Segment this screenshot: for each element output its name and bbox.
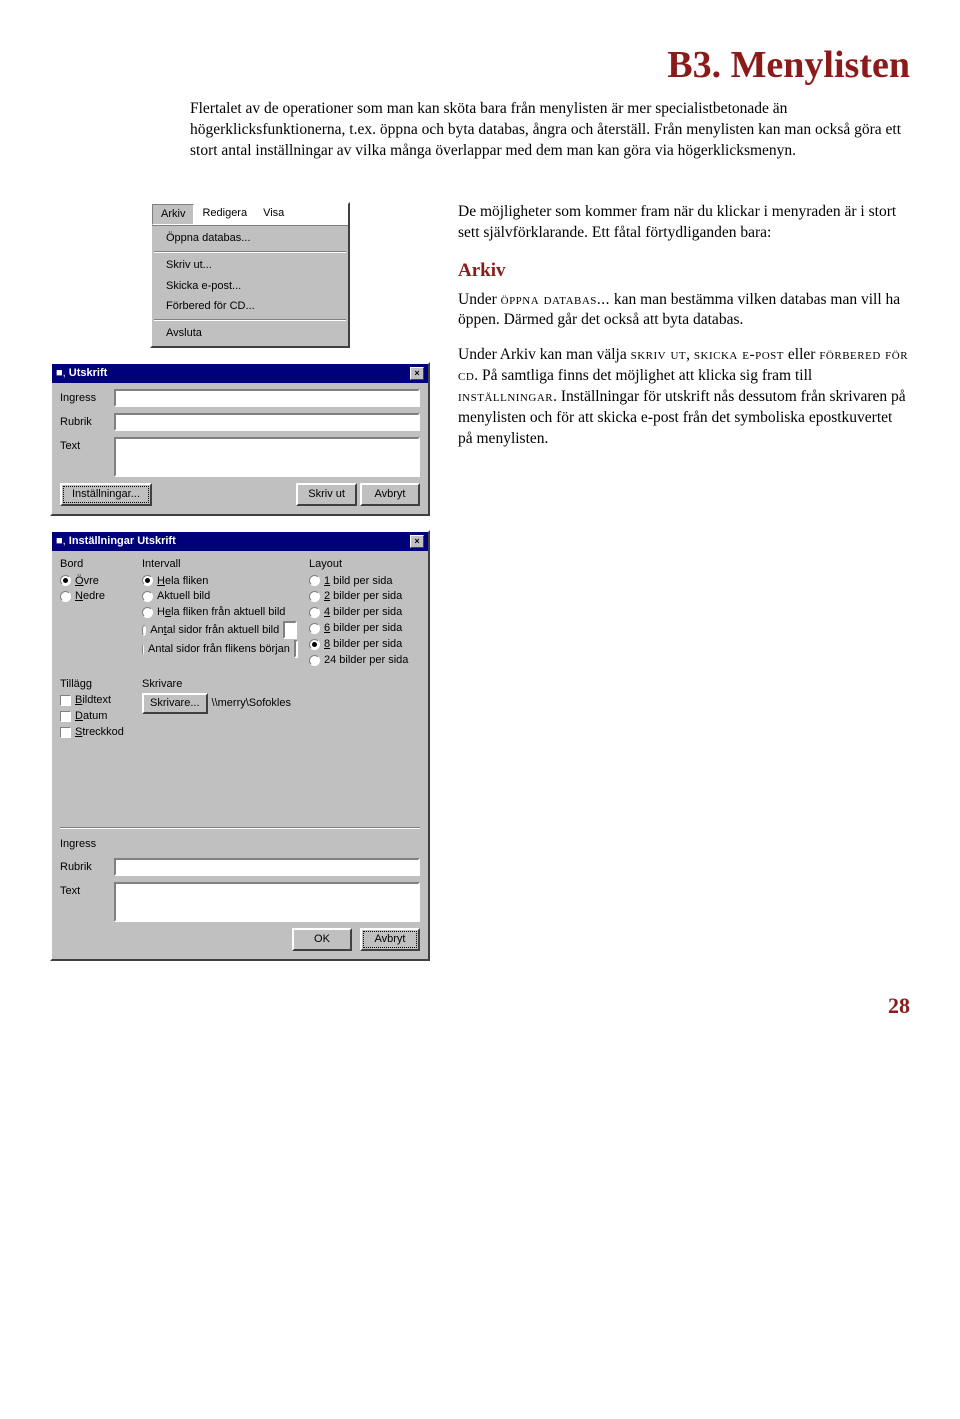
layout-24-radio[interactable] (309, 655, 320, 666)
menu-open-database[interactable]: Öppna databas... (152, 228, 348, 249)
print-settings-dialog: ■, Inställningar Utskrift × Bord Övre Ne… (50, 530, 430, 961)
layout-group-title: Layout (309, 557, 408, 572)
layout-8-radio[interactable] (309, 639, 320, 650)
bord-group-title: Bord (60, 557, 130, 572)
layout-2-label: 2 bilder per sida (324, 589, 402, 604)
arkiv-menu: Arkiv Redigera Visa Öppna databas... Skr… (150, 202, 350, 348)
layout-4-label: 4 bilder per sida (324, 605, 402, 620)
layout-1-radio[interactable] (309, 575, 320, 586)
tillagg-bildtext-check[interactable] (60, 695, 71, 706)
body-paragraph-2: Under öppna databas... kan man bestämma … (458, 290, 910, 332)
intervall-o5-input[interactable] (294, 640, 298, 658)
skrivare-path: \\merry\Sofokles (212, 696, 291, 711)
skrivare-button[interactable]: Skrivare... (142, 693, 208, 714)
tillagg-streckkod-check[interactable] (60, 727, 71, 738)
tillagg-bildtext-label: Bildtext (75, 693, 111, 708)
tillagg-streckkod-label: Streckkod (75, 725, 124, 740)
intervall-o4-input[interactable] (283, 621, 297, 639)
menu-separator (154, 319, 346, 321)
layout-8-label: 8 bilder per sida (324, 637, 402, 652)
menu-exit[interactable]: Avsluta (152, 323, 348, 344)
print-dialog: ■, Utskrift × Ingress Rubrik Text Instäl… (50, 362, 430, 516)
print-button[interactable]: Skriv ut (296, 483, 357, 506)
cancel-button[interactable]: Avbryt (360, 928, 420, 951)
intervall-o5-label: Antal sidor från flikens början (148, 642, 290, 657)
menu-prepare-cd[interactable]: Förbered för CD... (152, 296, 348, 317)
menubar-arkiv[interactable]: Arkiv (152, 204, 194, 225)
body-paragraph-1: De möjligheter som kommer fram när du kl… (458, 202, 910, 244)
close-icon[interactable]: × (410, 535, 424, 548)
intervall-o5-radio[interactable] (142, 644, 144, 655)
ingress-input[interactable] (114, 389, 420, 407)
intervall-o1-label: Hela fliken (157, 574, 208, 589)
layout-6-radio[interactable] (309, 623, 320, 634)
tillagg-datum-label: Datum (75, 709, 107, 724)
layout-4-radio[interactable] (309, 607, 320, 618)
cancel-button[interactable]: Avbryt (360, 483, 420, 506)
settings-dialog-title: ■, Inställningar Utskrift (56, 534, 176, 549)
settings-rubrik-input[interactable] (114, 858, 420, 876)
menu-print[interactable]: Skriv ut... (152, 255, 348, 276)
intervall-o3-radio[interactable] (142, 607, 153, 618)
menu-separator (154, 251, 346, 253)
arkiv-heading: Arkiv (458, 258, 910, 284)
intervall-o2-label: Aktuell bild (157, 589, 210, 604)
text-label: Text (60, 437, 108, 454)
menubar-redigera[interactable]: Redigera (194, 204, 255, 225)
settings-ingress-label: Ingress (60, 835, 108, 852)
bord-ovre-radio[interactable] (60, 575, 71, 586)
bord-nedre-label: Nedre (75, 589, 105, 604)
settings-text-input[interactable] (114, 882, 420, 922)
rubrik-label: Rubrik (60, 413, 108, 430)
rubrik-input[interactable] (114, 413, 420, 431)
intervall-o4-radio[interactable] (142, 625, 146, 636)
ok-button[interactable]: OK (292, 928, 352, 951)
bord-nedre-radio[interactable] (60, 591, 71, 602)
text-input[interactable] (114, 437, 420, 477)
page-number: 28 (50, 991, 910, 1021)
intervall-o2-radio[interactable] (142, 591, 153, 602)
intervall-o1-radio[interactable] (142, 575, 153, 586)
close-icon[interactable]: × (410, 367, 424, 380)
settings-text-label: Text (60, 882, 108, 899)
settings-rubrik-label: Rubrik (60, 858, 108, 875)
intervall-o3-label: Hela fliken från aktuell bild (157, 605, 285, 620)
ingress-label: Ingress (60, 389, 108, 406)
intro-paragraph: Flertalet av de operationer som man kan … (190, 99, 910, 162)
intervall-o4-label: Antal sidor från aktuell bild (150, 623, 279, 638)
skrivare-group-title: Skrivare (142, 677, 291, 692)
tillagg-group-title: Tillägg (60, 677, 130, 692)
layout-1-label: 1 bild per sida (324, 574, 393, 589)
intervall-group-title: Intervall (142, 557, 297, 572)
menubar: Arkiv Redigera Visa (152, 204, 348, 226)
separator (60, 827, 420, 829)
layout-6-label: 6 bilder per sida (324, 621, 402, 636)
layout-24-label: 24 bilder per sida (324, 653, 408, 668)
print-dialog-title: ■, Utskrift (56, 366, 107, 381)
settings-button[interactable]: Inställningar... (60, 483, 152, 506)
page-title: B3. Menylisten (50, 40, 910, 91)
bord-ovre-label: Övre (75, 574, 99, 589)
tillagg-datum-check[interactable] (60, 711, 71, 722)
menubar-visa[interactable]: Visa (255, 204, 292, 225)
body-paragraph-3: Under Arkiv kan man välja skriv ut, skic… (458, 345, 910, 450)
menu-send-email[interactable]: Skicka e-post... (152, 276, 348, 297)
layout-2-radio[interactable] (309, 591, 320, 602)
